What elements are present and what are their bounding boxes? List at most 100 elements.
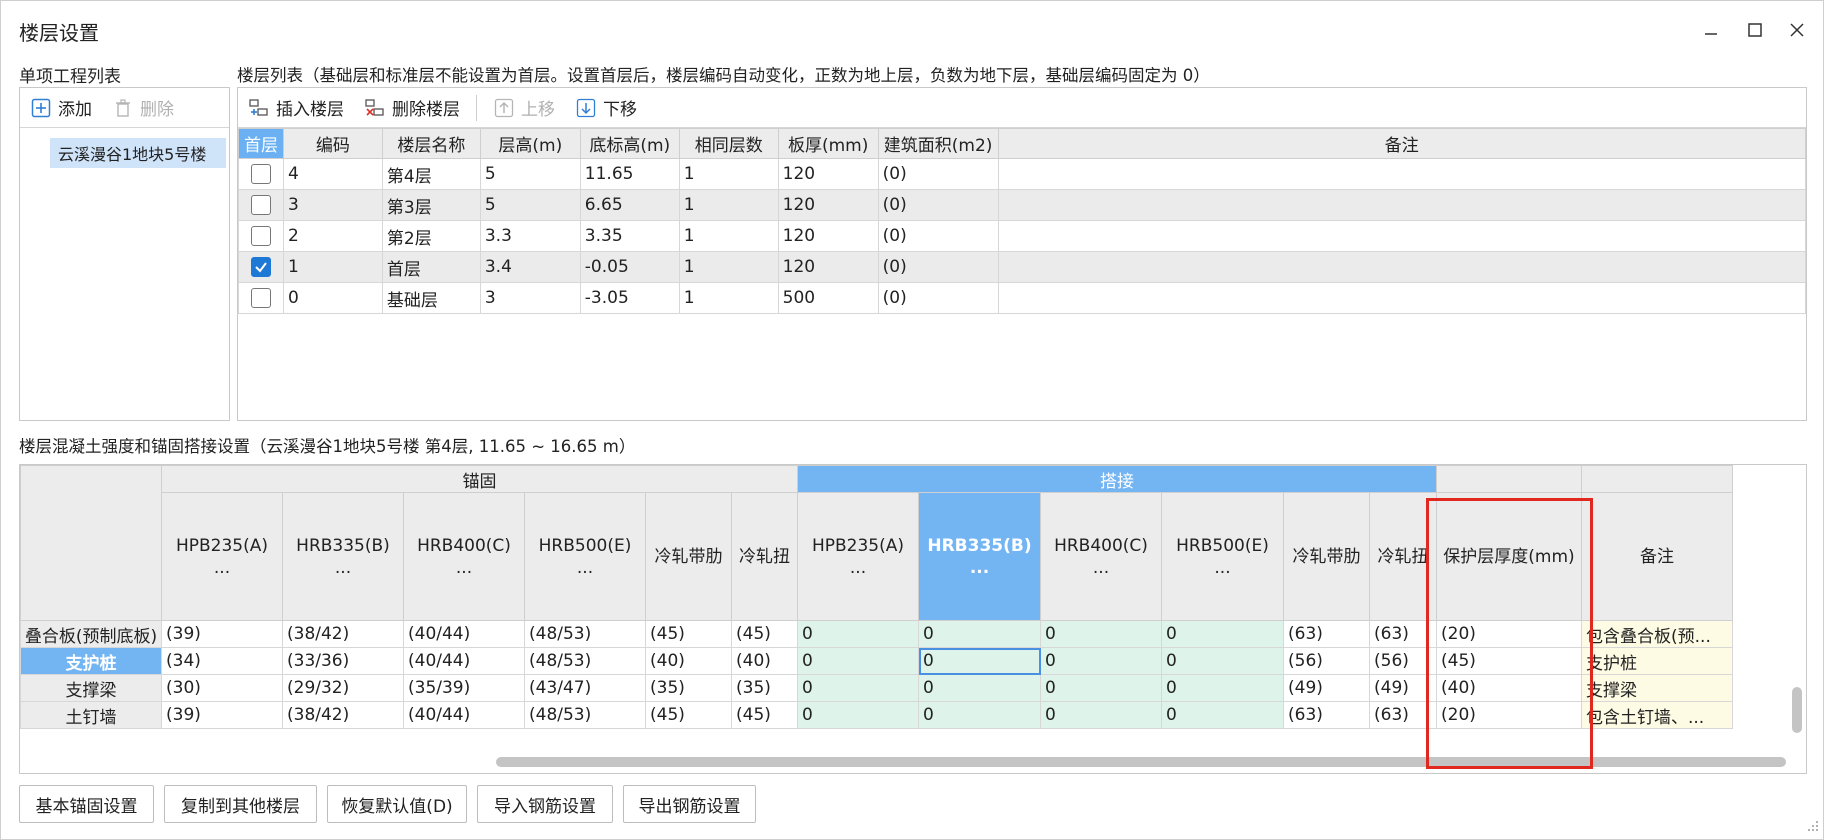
cell-code[interactable]: 0 <box>282 282 383 314</box>
rebar-col-header[interactable]: 冷轧带肋 <box>645 492 732 621</box>
first-floor-checkbox[interactable] <box>250 257 271 277</box>
cell-building-area[interactable]: (0) <box>877 158 999 190</box>
cell-code[interactable]: 4 <box>282 158 383 190</box>
cell-floor-name[interactable]: 第2层 <box>381 220 481 252</box>
rebar-cell[interactable]: (45) <box>645 620 732 648</box>
rebar-cell[interactable]: (40) <box>645 647 732 675</box>
cell-note[interactable] <box>997 158 1807 190</box>
rebar-cell[interactable]: (20) <box>1436 701 1582 729</box>
rebar-row-header[interactable]: 支护桩 <box>20 647 162 675</box>
close-icon[interactable] <box>1779 15 1815 45</box>
insert-floor-button[interactable]: 插入楼层 <box>238 88 354 128</box>
rebar-cell[interactable]: 0 <box>918 701 1041 729</box>
rebar-cell[interactable]: (45) <box>731 701 798 729</box>
cell-building-area[interactable]: (0) <box>877 220 999 252</box>
first-floor-checkbox[interactable] <box>250 288 271 308</box>
rebar-row[interactable]: 土钉墙 (39) (38/42) (40/44) (48/53) (45) (45) 0 0 0 0… <box>20 701 1733 729</box>
cell-same-count[interactable]: 1 <box>678 220 779 252</box>
cell-bottom-elevation[interactable]: -3.05 <box>579 282 680 314</box>
rebar-col-header[interactable]: HPB235(A)... <box>797 492 919 621</box>
rebar-cell[interactable]: (63) <box>1283 701 1370 729</box>
maximize-icon[interactable] <box>1737 15 1773 45</box>
first-floor-checkbox[interactable] <box>250 195 271 215</box>
cell-slab-thickness[interactable]: 120 <box>777 220 879 252</box>
col-bottom-elevation[interactable]: 底标高(m) <box>579 128 680 159</box>
basic-anchor-settings-button[interactable]: 基本锚固设置 <box>19 785 154 823</box>
delete-floor-button[interactable]: 删除楼层 <box>354 88 470 128</box>
rebar-cell[interactable]: (40/44) <box>403 647 525 675</box>
project-list-item[interactable]: 云溪漫谷1地块5号楼 <box>50 138 226 168</box>
col-building-area[interactable]: 建筑面积(m2) <box>877 128 999 159</box>
cell-code[interactable]: 2 <box>282 220 383 252</box>
rebar-cell[interactable]: (56) <box>1283 647 1370 675</box>
rebar-col-header[interactable]: HRB400(C)... <box>403 492 525 621</box>
cell-floor-name[interactable]: 首层 <box>381 251 481 283</box>
cell-code[interactable]: 1 <box>282 251 383 283</box>
move-up-button[interactable]: 上移 <box>483 88 565 128</box>
cell-building-area[interactable]: (0) <box>877 189 999 221</box>
rebar-cell[interactable]: 0 <box>797 620 919 648</box>
rebar-cell[interactable]: (49) <box>1369 674 1437 702</box>
rebar-cell[interactable]: 包含叠合板(预... <box>1581 620 1733 648</box>
rebar-cell[interactable]: 0 <box>918 620 1041 648</box>
col-note[interactable]: 备注 <box>997 128 1807 159</box>
cell-slab-thickness[interactable]: 500 <box>777 282 879 314</box>
copy-to-other-floors-button[interactable]: 复制到其他楼层 <box>164 785 317 823</box>
rebar-cell[interactable]: 包含土钉墙、... <box>1581 701 1733 729</box>
col-slab-thickness[interactable]: 板厚(mm) <box>777 128 879 159</box>
rebar-col-header[interactable]: HRB335(B)... <box>282 492 404 621</box>
rebar-cell[interactable]: 支护桩 <box>1581 647 1733 675</box>
cell-floor-height[interactable]: 3.3 <box>479 220 581 252</box>
rebar-cell[interactable]: 0 <box>1040 674 1162 702</box>
rebar-cell[interactable]: (45) <box>1436 647 1582 675</box>
rebar-row[interactable]: 支撑梁 (30) (29/32) (35/39) (43/47) (35) (35) 0 0 0 0… <box>20 674 1733 702</box>
rebar-cell[interactable]: (48/53) <box>524 701 646 729</box>
rebar-cell[interactable]: 0 <box>797 701 919 729</box>
rebar-cell[interactable]: 0 <box>1161 647 1284 675</box>
rebar-col-header[interactable]: HRB500(E)... <box>524 492 646 621</box>
rebar-cell[interactable]: (38/42) <box>282 701 404 729</box>
rebar-cell[interactable]: 0 <box>1161 620 1284 648</box>
cell-floor-height[interactable]: 3.4 <box>479 251 581 283</box>
cell-slab-thickness[interactable]: 120 <box>777 158 879 190</box>
rebar-col-header[interactable]: 保护层厚度(mm) <box>1436 492 1582 621</box>
move-down-button[interactable]: 下移 <box>565 88 647 128</box>
cell-note[interactable] <box>997 251 1807 283</box>
vertical-scrollbar[interactable] <box>1792 687 1802 733</box>
first-floor-checkbox[interactable] <box>250 226 271 246</box>
cell-same-count[interactable]: 1 <box>678 158 779 190</box>
rebar-cell[interactable]: 0 <box>797 647 919 675</box>
rebar-cell[interactable]: (56) <box>1369 647 1437 675</box>
first-floor-cell[interactable] <box>238 282 284 314</box>
cell-floor-name[interactable]: 第3层 <box>381 189 481 221</box>
cell-building-area[interactable]: (0) <box>877 282 999 314</box>
rebar-cell[interactable]: (35) <box>645 674 732 702</box>
rebar-cell[interactable]: (48/53) <box>524 647 646 675</box>
restore-defaults-button[interactable]: 恢复默认值(D) <box>327 785 467 823</box>
rebar-row[interactable]: 支护桩 (34) (33/36) (40/44) (48/53) (40) (40) 0 0 0 0… <box>20 647 1733 675</box>
rebar-cell[interactable]: (40/44) <box>403 620 525 648</box>
floor-row[interactable]: 0 基础层 3 -3.05 1 500 (0) <box>238 282 1807 314</box>
cell-same-count[interactable]: 1 <box>678 189 779 221</box>
rebar-col-header[interactable]: HPB235(A)... <box>161 492 283 621</box>
rebar-cell[interactable]: (40) <box>1436 674 1582 702</box>
rebar-col-header[interactable]: HRB500(E)... <box>1161 492 1284 621</box>
rebar-cell[interactable]: (63) <box>1283 620 1370 648</box>
rebar-cell[interactable]: (34) <box>161 647 283 675</box>
export-rebar-settings-button[interactable]: 导出钢筋设置 <box>623 785 756 823</box>
rebar-cell[interactable]: (39) <box>161 701 283 729</box>
rebar-cell[interactable]: (48/53) <box>524 620 646 648</box>
rebar-cell[interactable]: 0 <box>1040 620 1162 648</box>
rebar-cell[interactable]: (45) <box>645 701 732 729</box>
cell-bottom-elevation[interactable]: 6.65 <box>579 189 680 221</box>
rebar-cell[interactable]: (63) <box>1369 701 1437 729</box>
cell-note[interactable] <box>997 189 1807 221</box>
col-code[interactable]: 编码 <box>282 128 383 159</box>
floor-row[interactable]: 4 第4层 5 11.65 1 120 (0) <box>238 158 1807 190</box>
rebar-cell[interactable]: (39) <box>161 620 283 648</box>
delete-project-button[interactable]: 删除 <box>102 88 184 128</box>
rebar-row-header[interactable]: 叠合板(预制底板) <box>20 620 162 648</box>
horizontal-scrollbar[interactable] <box>496 757 1786 767</box>
first-floor-cell[interactable] <box>238 189 284 221</box>
cell-same-count[interactable]: 1 <box>678 251 779 283</box>
